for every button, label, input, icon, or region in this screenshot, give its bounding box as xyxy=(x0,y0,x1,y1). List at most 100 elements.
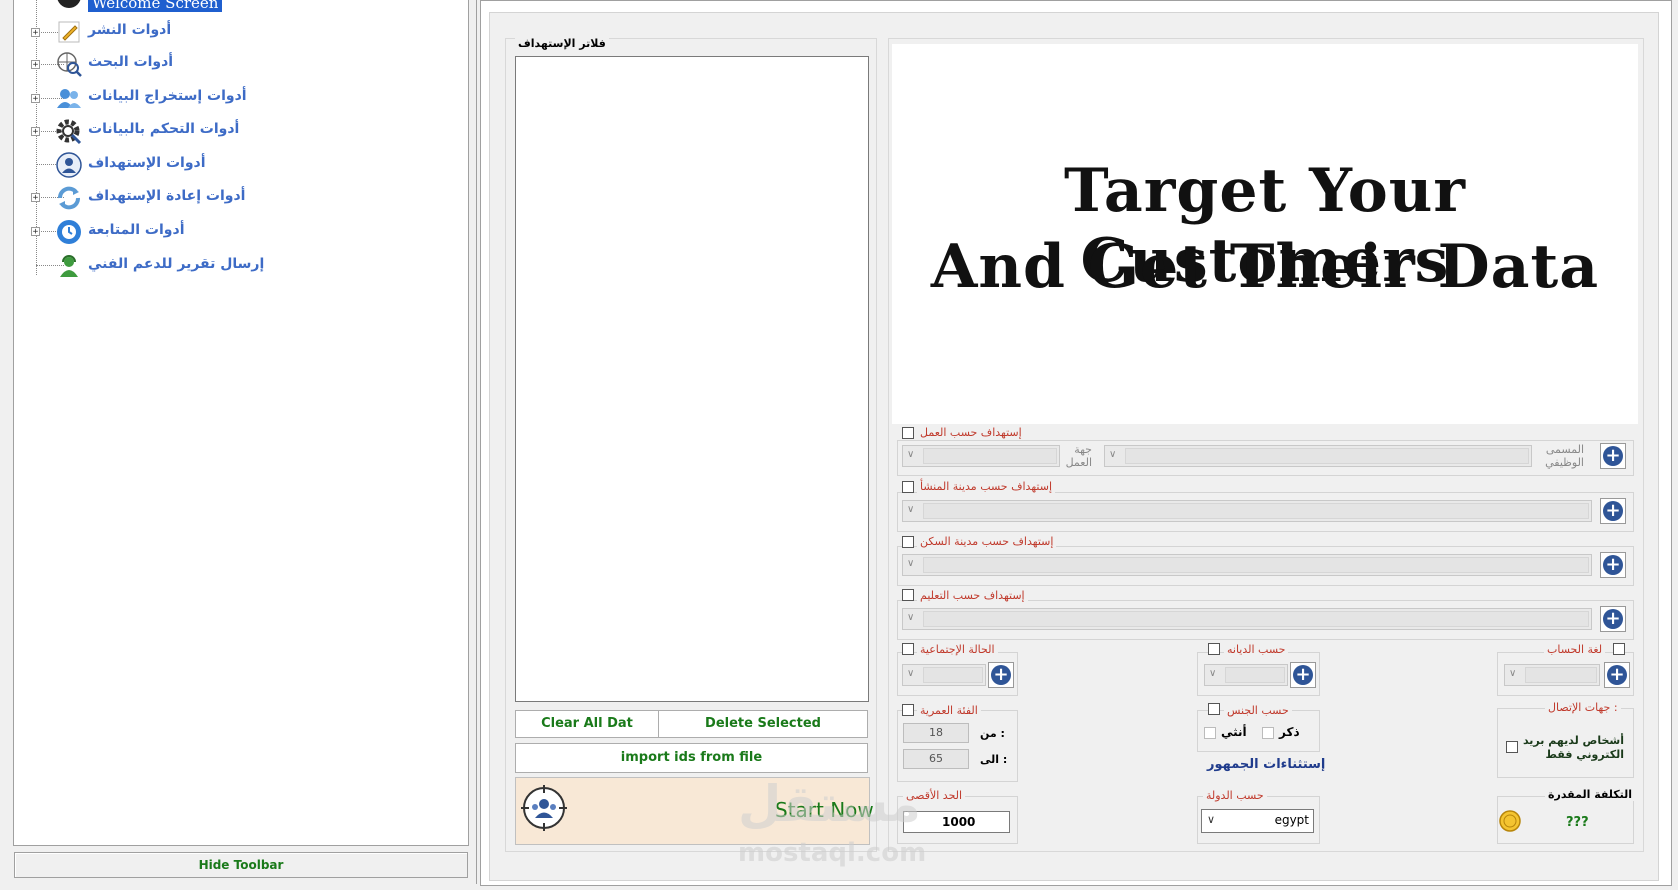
filters-list[interactable] xyxy=(515,56,869,702)
tree-item-search-tools[interactable]: أدوات البحث xyxy=(88,54,173,70)
banner: Target Your Customers And Get Their Data xyxy=(892,44,1638,424)
tree-item-welcome-screen[interactable]: Welcome Screen xyxy=(88,0,223,12)
hometown-filter-label: إستهداف حسب مدينة المنشأ xyxy=(917,480,1055,493)
residence-filter-label: إستهداف حسب مدينة السكن xyxy=(917,535,1057,548)
plus-icon: + xyxy=(1603,609,1623,629)
import-ids-button[interactable]: import ids from file xyxy=(515,743,868,773)
plus-icon: + xyxy=(1293,665,1313,685)
chevron-down-icon: ∨ xyxy=(1109,449,1117,460)
expand-icon[interactable]: + xyxy=(31,94,40,104)
plus-icon: + xyxy=(1603,501,1623,521)
age-group-box xyxy=(897,710,1018,782)
chevron-down-icon: ∨ xyxy=(907,504,915,515)
plus-icon: + xyxy=(1603,555,1623,575)
expand-icon[interactable]: + xyxy=(31,227,40,237)
gear-search-icon xyxy=(56,119,82,145)
employer-label: جهة العمل xyxy=(1065,443,1092,469)
residence-filter-checkbox[interactable] xyxy=(902,536,914,548)
education-filter-label: إستهداف حسب التعليم xyxy=(917,589,1028,602)
add-work-button[interactable]: + xyxy=(1600,443,1626,469)
estimated-cost-label: التكلفة المقدرة xyxy=(1545,788,1636,801)
female-label: أنثي xyxy=(1221,725,1247,739)
tree-item-data-control-tools[interactable]: أدوات التحكم بالبيانات xyxy=(88,121,239,137)
country-label: حسب الدولة xyxy=(1203,789,1267,802)
age-from-label: من : xyxy=(980,727,1005,740)
chevron-down-icon: ∨ xyxy=(1509,668,1517,679)
banner-line-2: And Get Their Data xyxy=(930,232,1600,302)
expand-icon[interactable]: + xyxy=(31,28,40,38)
employer-select[interactable]: ∨ xyxy=(902,445,1060,467)
account-language-label: لغة الحساب xyxy=(1544,643,1606,656)
tree-item-data-extraction-tools[interactable]: أدوات إستخراج البيانات xyxy=(88,88,247,104)
plus-icon: + xyxy=(1603,446,1623,466)
tree-item-follow-up-tools[interactable]: أدوات المتابعة xyxy=(88,222,185,238)
male-label: ذكر xyxy=(1279,725,1300,739)
delete-selected-button[interactable]: Delete Selected xyxy=(658,710,868,738)
add-hometown-button[interactable]: + xyxy=(1600,498,1626,524)
country-select[interactable]: ∨ egypt xyxy=(1201,809,1314,833)
watermark-latin: mostaql.com xyxy=(738,838,927,868)
expand-icon[interactable]: + xyxy=(31,193,40,203)
female-checkbox[interactable] xyxy=(1204,727,1216,739)
target-group-icon xyxy=(521,785,567,831)
add-account-language-button[interactable]: + xyxy=(1604,662,1630,688)
add-residence-button[interactable]: + xyxy=(1600,552,1626,578)
support-user-icon xyxy=(56,253,82,279)
job-title-select[interactable]: ∨ xyxy=(1104,445,1532,467)
clock-icon xyxy=(56,219,82,245)
tree-item-retargeting-tools[interactable]: أدوات إعادة الإستهداف xyxy=(88,188,245,204)
expand-icon[interactable]: + xyxy=(31,127,40,137)
add-religion-button[interactable]: + xyxy=(1290,662,1316,688)
job-title-label: المسمى الوظيفي xyxy=(1545,443,1584,469)
marital-status-checkbox[interactable] xyxy=(902,643,914,655)
religion-label: حسب الديانه xyxy=(1224,643,1289,656)
hometown-select[interactable]: ∨ xyxy=(902,500,1592,522)
welcome-icon xyxy=(56,0,82,12)
account-language-select[interactable]: ∨ xyxy=(1504,664,1600,686)
chevron-down-icon: ∨ xyxy=(907,668,915,679)
add-education-button[interactable]: + xyxy=(1600,606,1626,632)
hide-toolbar-button[interactable]: Hide Toolbar xyxy=(14,852,468,878)
religion-select[interactable]: ∨ xyxy=(1204,664,1288,686)
globe-search-icon xyxy=(56,51,82,77)
clear-all-data-button[interactable]: Clear All Dat xyxy=(515,710,659,738)
religion-checkbox[interactable] xyxy=(1208,643,1220,655)
tree-item-targeting-tools[interactable]: أدوات الإستهداف xyxy=(88,155,206,171)
age-group-label: الفئة العمرية xyxy=(917,704,981,717)
age-to-input[interactable]: 65 xyxy=(903,749,969,769)
marital-status-label: الحالة الإجتماعية xyxy=(917,643,998,656)
target-user-icon xyxy=(56,152,82,178)
age-group-checkbox[interactable] xyxy=(902,704,914,716)
contacts-label: جهات الإتصال : xyxy=(1545,701,1621,714)
education-filter-checkbox[interactable] xyxy=(902,589,914,601)
add-marital-status-button[interactable]: + xyxy=(988,662,1014,688)
gender-checkbox[interactable] xyxy=(1208,703,1220,715)
tools-tree[interactable]: Welcome Screen + أدوات النشر + أدوات الب… xyxy=(13,0,469,846)
work-filter-checkbox[interactable] xyxy=(902,427,914,439)
expand-icon[interactable]: + xyxy=(31,60,40,70)
email-only-checkbox[interactable] xyxy=(1506,741,1518,753)
account-language-checkbox[interactable] xyxy=(1613,643,1625,655)
plus-icon: + xyxy=(1607,665,1627,685)
pencil-icon xyxy=(56,19,82,45)
chevron-down-icon: ∨ xyxy=(1209,668,1217,679)
email-only-label: أشخاص لديهم بريد الكتروني فقط xyxy=(1522,734,1624,761)
residence-select[interactable]: ∨ xyxy=(902,554,1592,576)
age-from-input[interactable]: 18 xyxy=(903,723,969,743)
estimated-cost-value: ??? xyxy=(1566,815,1589,830)
age-to-label: الى : xyxy=(980,753,1008,766)
hometown-filter-checkbox[interactable] xyxy=(902,481,914,493)
audience-exclusions-link[interactable]: إستثناءات الجمهور xyxy=(1207,757,1325,772)
users-icon xyxy=(56,86,82,112)
male-checkbox[interactable] xyxy=(1262,727,1274,739)
chevron-down-icon: ∨ xyxy=(907,558,915,569)
tree-item-send-support-report[interactable]: إرسال تقرير للدعم الفني xyxy=(88,256,264,272)
marital-status-select[interactable]: ∨ xyxy=(902,664,986,686)
gender-label: حسب الجنس xyxy=(1224,704,1292,717)
chevron-down-icon: ∨ xyxy=(907,449,915,460)
plus-icon: + xyxy=(991,665,1011,685)
education-select[interactable]: ∨ xyxy=(902,608,1592,630)
coin-icon xyxy=(1499,810,1521,832)
chevron-down-icon: ∨ xyxy=(907,612,915,623)
tree-item-publishing-tools[interactable]: أدوات النشر xyxy=(88,22,171,38)
